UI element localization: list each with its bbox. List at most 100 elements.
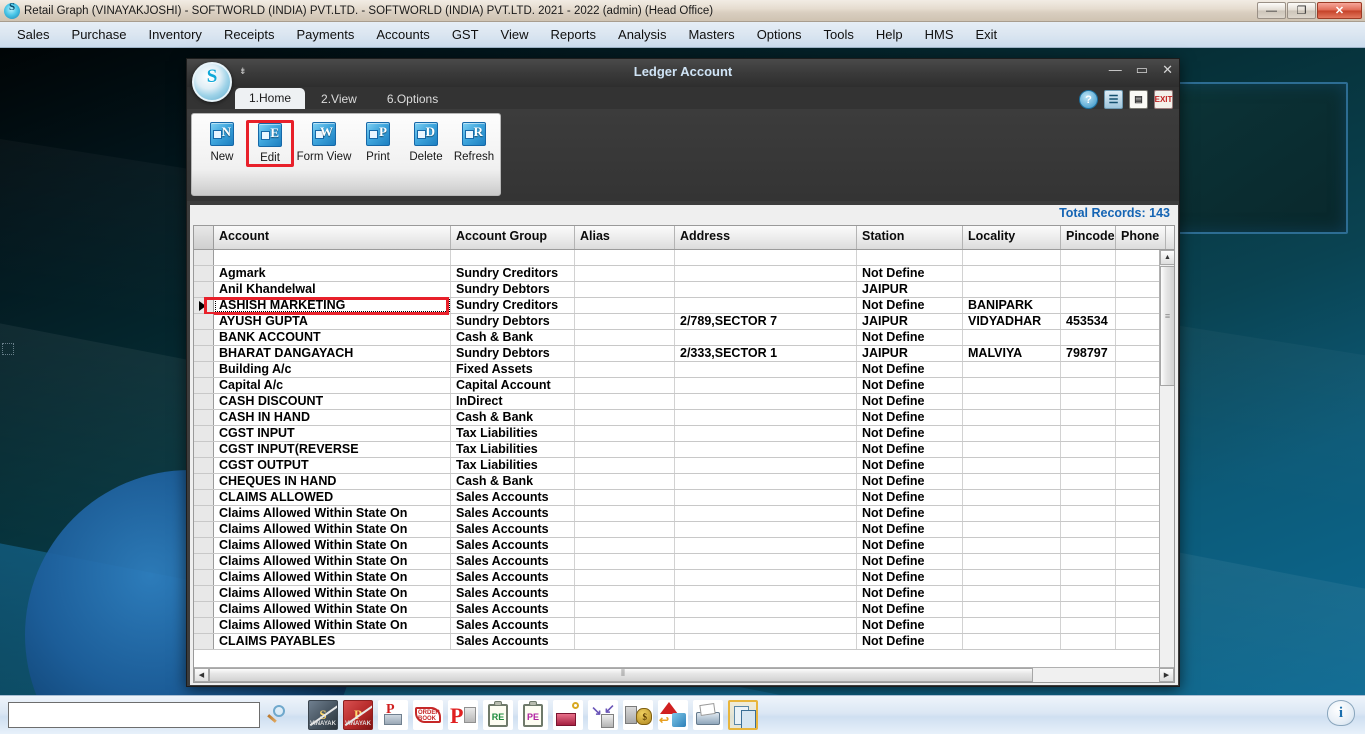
menu-item-receipts[interactable]: Receipts (213, 24, 286, 45)
cell-alias[interactable] (575, 378, 675, 393)
cell-address[interactable]: 2/789,SECTOR 7 (675, 314, 857, 329)
table-row[interactable]: CGST OUTPUT Tax Liabilities Not Define (194, 458, 1174, 474)
cell-account[interactable] (214, 250, 451, 265)
table-row[interactable]: AYUSH GUPTA Sundry Debtors 2/789,SECTOR 7J… (194, 314, 1174, 330)
menu-item-reports[interactable]: Reports (540, 24, 608, 45)
cell-locality[interactable] (963, 570, 1061, 585)
cell-account[interactable]: BHARAT DANGAYACH (214, 346, 451, 361)
cell-alias[interactable] (575, 554, 675, 569)
cell-address[interactable] (675, 442, 857, 457)
cell-locality[interactable] (963, 362, 1061, 377)
edit-button[interactable]: Edit (246, 120, 294, 167)
menu-item-payments[interactable]: Payments (286, 24, 366, 45)
cell-account[interactable]: Claims Allowed Within State On (214, 570, 451, 585)
menu-item-help[interactable]: Help (865, 24, 914, 45)
cell-address[interactable] (675, 378, 857, 393)
magnifier-icon[interactable] (264, 702, 290, 728)
cell-alias[interactable] (575, 490, 675, 505)
table-row[interactable]: CGST INPUT Tax Liabilities Not Define (194, 426, 1174, 442)
menu-item-options[interactable]: Options (746, 24, 813, 45)
cell-station[interactable]: Not Define (857, 298, 963, 313)
table-row[interactable]: CGST INPUT(REVERSE Tax Liabilities Not Def… (194, 442, 1174, 458)
cell-address[interactable] (675, 282, 857, 297)
print-button[interactable]: Print (354, 120, 402, 163)
cell-pincode[interactable] (1061, 522, 1116, 537)
printer-p-icon[interactable]: P (378, 700, 408, 730)
cell-address[interactable] (675, 266, 857, 281)
cell-pincode[interactable] (1061, 250, 1116, 265)
cell-account_group[interactable]: Sales Accounts (451, 618, 575, 633)
cell-station[interactable]: Not Define (857, 410, 963, 425)
table-row[interactable]: CASH IN HAND Cash & Bank Not Define (194, 410, 1174, 426)
cell-station[interactable]: Not Define (857, 570, 963, 585)
cell-account_group[interactable]: Sundry Debtors (451, 314, 575, 329)
cell-pincode[interactable] (1061, 458, 1116, 473)
cell-account_group[interactable]: Sales Accounts (451, 570, 575, 585)
column-header-station[interactable]: Station (857, 226, 963, 249)
cell-locality[interactable] (963, 506, 1061, 521)
menu-item-inventory[interactable]: Inventory (137, 24, 212, 45)
cell-locality[interactable] (963, 602, 1061, 617)
app-restore-button[interactable]: ❐ (1287, 2, 1316, 19)
app-close-button[interactable]: ✕ (1317, 2, 1362, 19)
cell-account_group[interactable]: Sales Accounts (451, 634, 575, 649)
cell-locality[interactable] (963, 426, 1061, 441)
cell-address[interactable] (675, 426, 857, 441)
cell-station[interactable]: JAIPUR (857, 282, 963, 297)
cell-station[interactable]: Not Define (857, 330, 963, 345)
cell-pincode[interactable] (1061, 474, 1116, 489)
cell-account_group[interactable]: Sales Accounts (451, 506, 575, 521)
cell-pincode[interactable] (1061, 298, 1116, 313)
cell-locality[interactable] (963, 282, 1061, 297)
cell-pincode[interactable] (1061, 554, 1116, 569)
cell-station[interactable]: Not Define (857, 426, 963, 441)
cell-account_group[interactable]: Sales Accounts (451, 538, 575, 553)
cell-account[interactable]: BANK ACCOUNT (214, 330, 451, 345)
cell-account[interactable]: Capital A/c (214, 378, 451, 393)
cell-station[interactable]: Not Define (857, 618, 963, 633)
cell-station[interactable]: Not Define (857, 474, 963, 489)
cell-account_group[interactable] (451, 250, 575, 265)
cell-alias[interactable] (575, 586, 675, 601)
cell-alias[interactable] (575, 522, 675, 537)
table-row[interactable]: Claims Allowed Within State On Sales Acco… (194, 554, 1174, 570)
tab-home[interactable]: 1.Home (235, 88, 306, 109)
cell-locality[interactable] (963, 586, 1061, 601)
cell-station[interactable]: Not Define (857, 522, 963, 537)
delete-button[interactable]: Delete (402, 120, 450, 163)
cell-pincode[interactable] (1061, 602, 1116, 617)
copy-documents-icon[interactable] (728, 700, 758, 730)
cell-station[interactable]: Not Define (857, 634, 963, 649)
cell-station[interactable]: Not Define (857, 490, 963, 505)
cell-account_group[interactable]: Cash & Bank (451, 474, 575, 489)
vertical-scroll-thumb[interactable] (1160, 266, 1174, 386)
cell-station[interactable]: Not Define (857, 602, 963, 617)
swap-items-icon[interactable]: ↩ (658, 700, 688, 730)
cell-alias[interactable] (575, 458, 675, 473)
table-row[interactable]: CHEQUES IN HAND Cash & Bank Not Define (194, 474, 1174, 490)
cell-account_group[interactable]: Cash & Bank (451, 410, 575, 425)
cell-locality[interactable]: MALVIYA (963, 346, 1061, 361)
cell-address[interactable] (675, 410, 857, 425)
cell-locality[interactable] (963, 538, 1061, 553)
app-minimize-button[interactable]: — (1257, 2, 1286, 19)
cell-account_group[interactable]: Sales Accounts (451, 554, 575, 569)
cell-account_group[interactable]: Tax Liabilities (451, 458, 575, 473)
menu-item-sales[interactable]: Sales (6, 24, 61, 45)
cell-account[interactable]: CASH IN HAND (214, 410, 451, 425)
cell-pincode[interactable]: 453534 (1061, 314, 1116, 329)
table-row[interactable]: Building A/c Fixed Assets Not Define (194, 362, 1174, 378)
table-row[interactable]: BHARAT DANGAYACH Sundry Debtors 2/333,SECT… (194, 346, 1174, 362)
table-row[interactable] (194, 250, 1174, 266)
cell-locality[interactable] (963, 634, 1061, 649)
cell-account[interactable]: AYUSH GUPTA (214, 314, 451, 329)
purchase-p-icon[interactable]: P (448, 700, 478, 730)
cell-pincode[interactable] (1061, 394, 1116, 409)
table-row[interactable]: Claims Allowed Within State On Sales Acco… (194, 586, 1174, 602)
cell-station[interactable]: Not Define (857, 378, 963, 393)
cell-account[interactable]: Claims Allowed Within State On (214, 618, 451, 633)
cell-address[interactable] (675, 490, 857, 505)
cell-address[interactable] (675, 458, 857, 473)
cell-account_group[interactable]: Tax Liabilities (451, 426, 575, 441)
cell-account[interactable]: Claims Allowed Within State On (214, 522, 451, 537)
